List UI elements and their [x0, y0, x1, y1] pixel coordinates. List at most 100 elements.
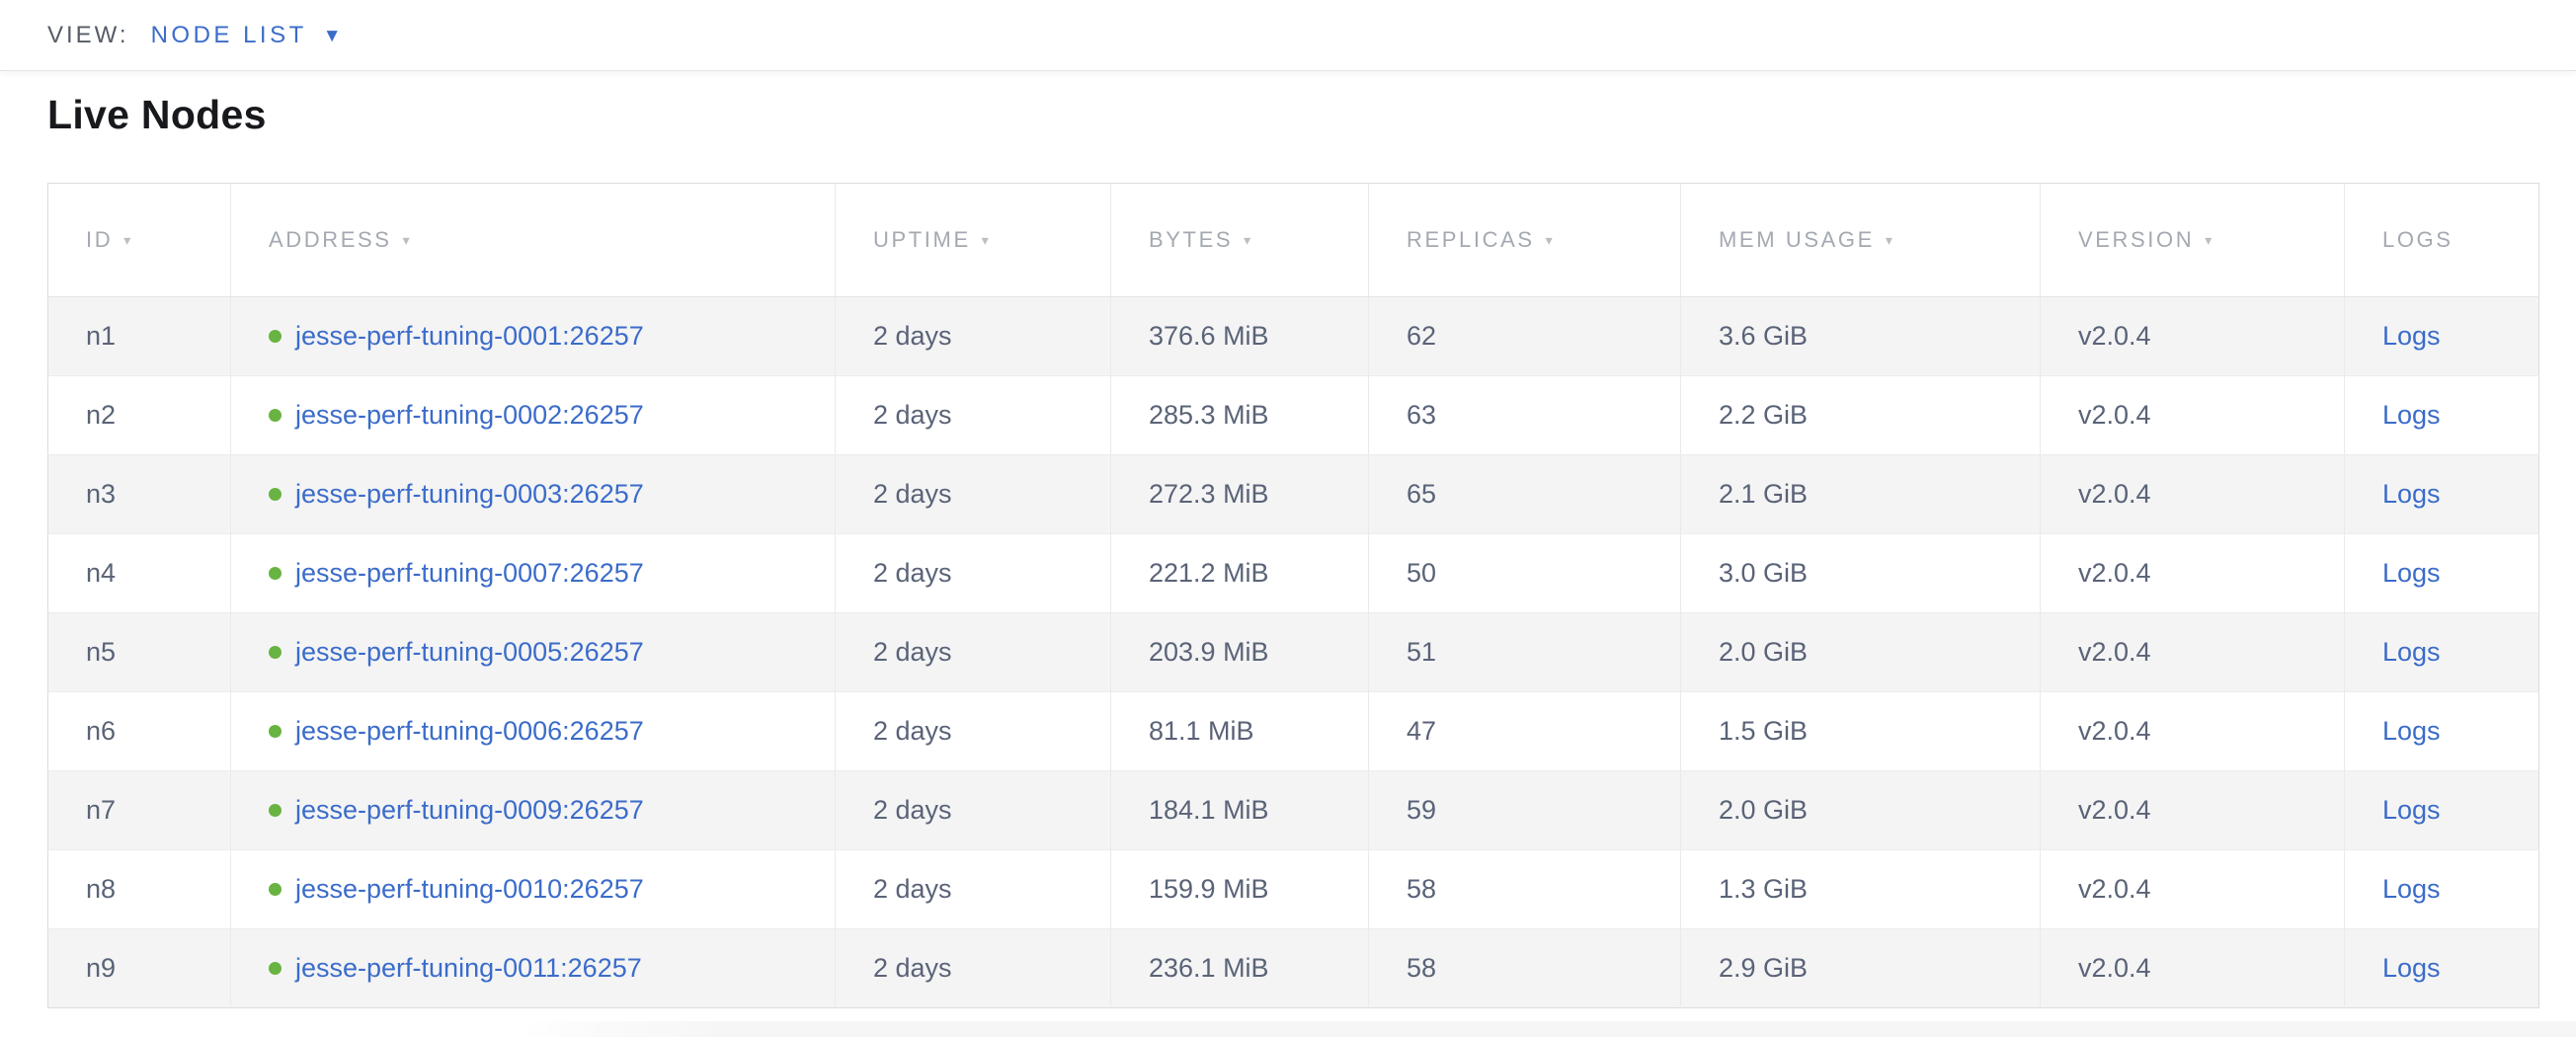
node-id-cell: n1 [48, 297, 231, 376]
node-replicas: 50 [1407, 558, 1436, 588]
node-row-n2: n2jesse-perf-tuning-0002:262572 days285.… [48, 376, 2539, 455]
node-bytes-cell: 159.9 MiB [1111, 850, 1369, 929]
node-address-link[interactable]: jesse-perf-tuning-0007:26257 [295, 558, 644, 588]
node-replicas-cell: 47 [1369, 692, 1681, 771]
node-bytes-cell: 203.9 MiB [1111, 613, 1369, 692]
column-header-mem-usage[interactable]: MEM USAGE▾ [1681, 184, 2041, 297]
column-header-replicas[interactable]: REPLICAS▾ [1369, 184, 1681, 297]
node-status-dot [269, 488, 282, 501]
node-uptime: 2 days [873, 558, 952, 588]
node-replicas: 47 [1407, 716, 1436, 746]
node-bytes: 203.9 MiB [1149, 637, 1269, 667]
column-header-label: LOGS [2382, 227, 2454, 252]
node-replicas-cell: 59 [1369, 771, 1681, 850]
view-dropdown-value: NODE LIST [151, 22, 307, 49]
node-row-n9: n9jesse-perf-tuning-0011:262572 days236.… [48, 929, 2539, 1008]
column-header-label: BYTES [1149, 227, 1233, 252]
node-address-cell: jesse-perf-tuning-0002:26257 [231, 376, 836, 455]
node-logs-cell: Logs [2345, 613, 2539, 692]
node-address-cell: jesse-perf-tuning-0009:26257 [231, 771, 836, 850]
column-header-label: ADDRESS [269, 227, 392, 252]
node-mem-usage: 2.9 GiB [1719, 953, 1808, 983]
live-nodes-table: ID▾ADDRESS▾UPTIME▾BYTES▾REPLICAS▾MEM USA… [47, 183, 2539, 1008]
node-mem-usage: 1.3 GiB [1719, 874, 1808, 904]
node-address-link[interactable]: jesse-perf-tuning-0006:26257 [295, 716, 644, 746]
table-body: n1 jesse-perf-tuning-0001:26257 2 days 376.… [48, 297, 2539, 1008]
node-address-link[interactable]: jesse-perf-tuning-0005:26257 [295, 637, 644, 667]
node-uptime: 2 days [873, 479, 952, 509]
node-logs-link[interactable]: Logs [2382, 479, 2441, 509]
node-mem-usage-cell: 2.1 GiB [1681, 455, 2041, 534]
node-logs-link[interactable]: Logs [2382, 953, 2441, 983]
column-header-uptime[interactable]: UPTIME▾ [836, 184, 1111, 297]
column-header-id[interactable]: ID▾ [48, 184, 231, 297]
node-logs-link[interactable]: Logs [2382, 716, 2441, 746]
node-version: v2.0.4 [2078, 400, 2151, 430]
node-logs-link[interactable]: Logs [2382, 874, 2441, 904]
node-mem-usage: 2.0 GiB [1719, 795, 1808, 825]
table-header: ID▾ADDRESS▾UPTIME▾BYTES▾REPLICAS▾MEM USA… [48, 184, 2539, 297]
node-row-n1: n1jesse-perf-tuning-0001:262572 days376.… [48, 297, 2539, 376]
node-replicas-cell: 58 [1369, 850, 1681, 929]
node-id: n9 [86, 953, 116, 983]
column-header-bytes[interactable]: BYTES▾ [1111, 184, 1369, 297]
node-mem-usage-cell: 1.5 GiB [1681, 692, 2041, 771]
node-bytes-cell: 285.3 MiB [1111, 376, 1369, 455]
node-uptime: 2 days [873, 795, 952, 825]
node-uptime-cell: 2 days [836, 613, 1111, 692]
node-id-cell: n4 [48, 534, 231, 613]
node-row-n3: n3jesse-perf-tuning-0003:262572 days272.… [48, 455, 2539, 534]
node-row-n4: n4 jesse-perf-tuning-0007:26257 2 days 221.… [48, 534, 2539, 613]
node-address-cell: jesse-perf-tuning-0003:26257 [231, 455, 836, 534]
column-header-label: ID [86, 227, 113, 252]
live-nodes-table-container: ID▾ADDRESS▾UPTIME▾BYTES▾REPLICAS▾MEM USA… [47, 183, 2538, 1008]
node-address-link[interactable]: jesse-perf-tuning-0002:26257 [295, 400, 644, 430]
column-header-logs: LOGS [2345, 184, 2539, 297]
node-address-cell: jesse-perf-tuning-0005:26257 [231, 613, 836, 692]
node-row-n8: n8 jesse-perf-tuning-0010:26257 2 days 159.… [48, 850, 2539, 929]
node-mem-usage-cell: 2.9 GiB [1681, 929, 2041, 1008]
node-address-link[interactable]: jesse-perf-tuning-0010:26257 [295, 874, 644, 904]
node-replicas-cell: 62 [1369, 297, 1681, 376]
node-logs-link[interactable]: Logs [2382, 321, 2441, 351]
node-id-cell: n8 [48, 850, 231, 929]
node-bytes-cell: 221.2 MiB [1111, 534, 1369, 613]
node-address-link[interactable]: jesse-perf-tuning-0009:26257 [295, 795, 644, 825]
node-logs-link[interactable]: Logs [2382, 400, 2441, 430]
node-uptime-cell: 2 days [836, 771, 1111, 850]
node-mem-usage-cell: 3.6 GiB [1681, 297, 2041, 376]
node-version-cell: v2.0.4 [2041, 850, 2345, 929]
node-id: n1 [86, 321, 116, 351]
node-id: n3 [86, 479, 116, 509]
node-replicas: 59 [1407, 795, 1436, 825]
node-address-link[interactable]: jesse-perf-tuning-0003:26257 [295, 479, 644, 509]
node-bytes: 236.1 MiB [1149, 953, 1269, 983]
column-header-version[interactable]: VERSION▾ [2041, 184, 2345, 297]
node-logs-cell: Logs [2345, 692, 2539, 771]
node-logs-link[interactable]: Logs [2382, 637, 2441, 667]
node-status-dot [269, 567, 282, 580]
node-mem-usage: 2.1 GiB [1719, 479, 1808, 509]
node-replicas: 65 [1407, 479, 1436, 509]
node-logs-link[interactable]: Logs [2382, 795, 2441, 825]
node-logs-cell: Logs [2345, 929, 2539, 1008]
node-mem-usage-cell: 2.0 GiB [1681, 613, 2041, 692]
node-address-link[interactable]: jesse-perf-tuning-0011:26257 [295, 953, 642, 983]
node-replicas: 58 [1407, 953, 1436, 983]
node-bytes: 159.9 MiB [1149, 874, 1269, 904]
node-uptime: 2 days [873, 637, 952, 667]
node-bytes: 376.6 MiB [1149, 321, 1269, 351]
column-header-address[interactable]: ADDRESS▾ [231, 184, 836, 297]
view-dropdown[interactable]: NODE LIST ▼ [151, 22, 342, 49]
node-version: v2.0.4 [2078, 637, 2151, 667]
node-version-cell: v2.0.4 [2041, 534, 2345, 613]
node-logs-cell: Logs [2345, 376, 2539, 455]
sort-caret-icon: ▾ [1546, 232, 1556, 249]
node-id: n2 [86, 400, 116, 430]
node-address-cell: jesse-perf-tuning-0006:26257 [231, 692, 836, 771]
node-address-link[interactable]: jesse-perf-tuning-0001:26257 [295, 321, 644, 351]
node-id-cell: n6 [48, 692, 231, 771]
node-uptime: 2 days [873, 874, 952, 904]
node-logs-link[interactable]: Logs [2382, 558, 2441, 588]
node-id-cell: n3 [48, 455, 231, 534]
